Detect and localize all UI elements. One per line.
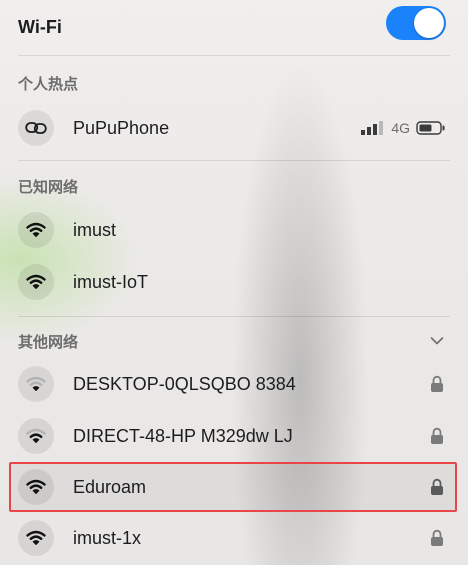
wifi-icon [18,418,54,454]
network-name: PuPuPhone [73,117,170,138]
network-name: DESKTOP-0QLSQBO 8384 [73,373,296,394]
lock-icon [431,375,443,392]
wifi-icon [18,469,54,505]
network-name: Eduroam [73,476,147,497]
network-row-direct-hp[interactable]: DIRECT-48-HP M329dw LJ [0,410,468,462]
section-hotspot: 个人热点 [18,75,79,93]
network-type: 4G [391,120,410,136]
wifi-toggle-knob [414,8,444,38]
wifi-header: Wi-Fi [0,0,468,54]
signal-bars-icon [361,121,384,135]
network-name: imust [73,219,117,240]
wifi-icon [18,520,54,556]
lock-icon [431,427,443,444]
wifi-icon [18,264,54,300]
lock-icon [431,529,443,546]
wifi-title: Wi-Fi [18,16,62,37]
section-other-label: 其他网络 [18,333,79,351]
wifi-icon [18,366,54,402]
network-row-eduroam[interactable]: Eduroam [0,461,468,513]
network-name: DIRECT-48-HP M329dw LJ [73,425,293,446]
wifi-toggle[interactable] [386,6,446,40]
lock-icon [431,478,443,495]
network-row-desktop[interactable]: DESKTOP-0QLSQBO 8384 [0,358,468,410]
divider [18,160,450,161]
battery-icon [416,121,445,135]
section-known: 已知网络 [18,178,79,196]
network-row-pupuphone[interactable]: PuPuPhone 4G [0,102,468,154]
network-name: imust-IoT [73,271,149,292]
divider [18,316,450,317]
section-other[interactable]: 其他网络 [0,328,468,354]
divider [18,55,450,56]
link-icon [18,110,54,146]
hotspot-status: 4G [361,120,446,136]
network-name: imust-1x [73,527,142,548]
network-row-imust[interactable]: imust [0,204,468,256]
chevron-down-icon[interactable] [430,336,444,346]
network-row-imust-1x[interactable]: imust-1x [0,512,468,564]
wifi-icon [18,212,54,248]
network-row-imust-iot[interactable]: imust-IoT [0,256,468,308]
